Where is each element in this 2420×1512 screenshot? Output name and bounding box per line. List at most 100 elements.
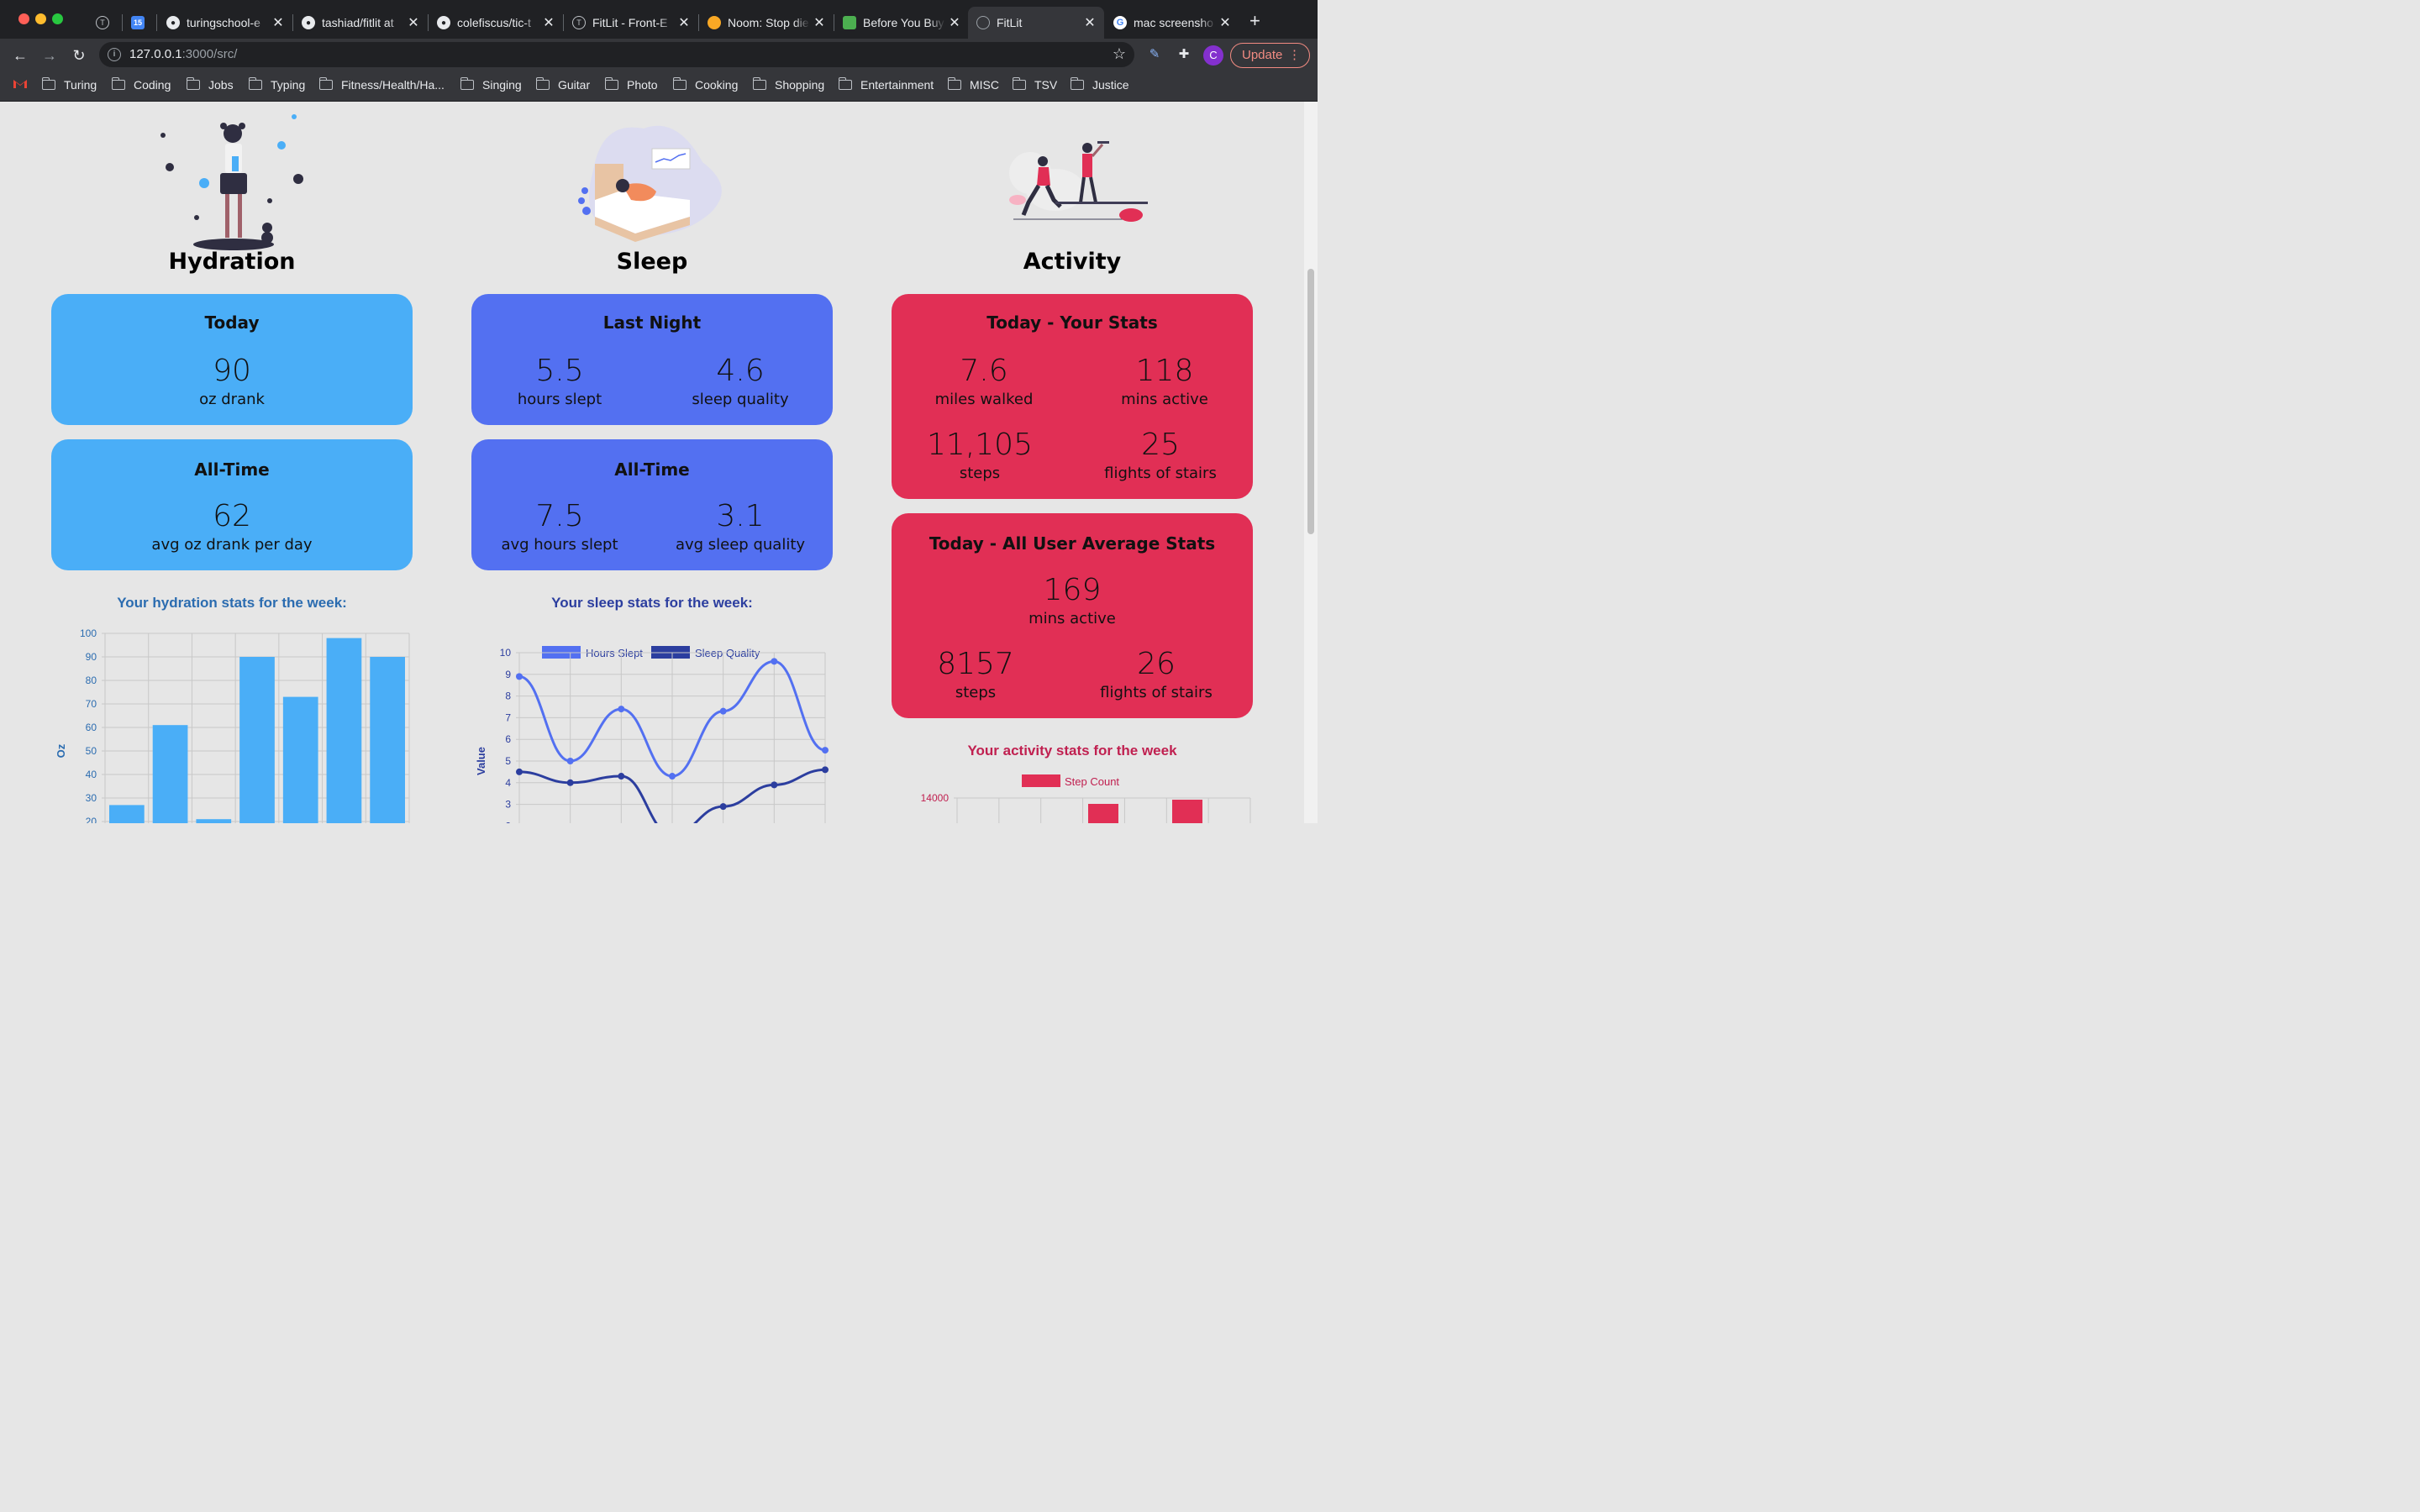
hydration-title: Hydration: [168, 249, 296, 275]
bookmark-fitness[interactable]: Fitness/Health/Ha...: [318, 77, 445, 92]
bookmark-label: Jobs: [208, 78, 234, 92]
bookmark-shopping[interactable]: Shopping: [752, 77, 825, 92]
tab-before-you-buy[interactable]: Before You Buy ✕: [834, 7, 969, 39]
bookmark-jobs[interactable]: Jobs: [186, 77, 234, 92]
stat-value: 3.1: [716, 499, 765, 533]
stat-hours-slept: 5.5 hours slept: [497, 354, 623, 410]
tab-fitlit-frontend[interactable]: T FitLit - Front-E ✕: [564, 7, 698, 39]
card-heading: All-Time: [194, 459, 270, 480]
tab-turingschool[interactable]: ● turingschool-e ✕: [158, 7, 292, 39]
activity-bar-chart: Step Count 14000: [921, 774, 1251, 823]
gmail-icon[interactable]: [13, 78, 27, 88]
y-tick-label: 2: [505, 820, 511, 823]
tab-title: FitLit: [997, 16, 1023, 29]
bar: [1172, 800, 1202, 823]
sleep-title: Sleep: [616, 249, 688, 275]
card-heading: Today - All User Average Stats: [929, 533, 1216, 554]
y-tick-label: 3: [505, 799, 511, 811]
bar: [370, 657, 405, 823]
zoom-window-button[interactable]: [52, 13, 63, 24]
bookmark-label: Guitar: [558, 78, 591, 92]
close-tab-icon[interactable]: ✕: [949, 14, 960, 31]
bookmark-label: Photo: [627, 78, 658, 92]
close-tab-icon[interactable]: ✕: [1219, 14, 1231, 31]
reload-icon[interactable]: ↻: [69, 45, 89, 66]
card-heading: All-Time: [614, 459, 690, 480]
close-window-button[interactable]: [18, 13, 29, 24]
folder-icon: [248, 77, 262, 90]
close-tab-icon[interactable]: ✕: [813, 14, 825, 31]
close-tab-icon[interactable]: ✕: [272, 14, 284, 31]
tab-title: mac screensho: [1134, 16, 1213, 29]
folder-icon: [186, 77, 200, 90]
tab-tashiad-fitlit[interactable]: ● tashiad/fitlit at ✕: [293, 7, 428, 39]
address-bar[interactable]: i 127.0.0.1:3000/src/ ☆: [99, 42, 1134, 67]
stat-label: avg sleep quality: [675, 536, 806, 554]
sleep-illustration-icon: [578, 125, 722, 242]
bookmark-label: Cooking: [695, 78, 739, 92]
stat-value: 25: [1141, 428, 1180, 462]
bookmark-label: Shopping: [775, 78, 825, 92]
pen-extension-icon[interactable]: ✎: [1145, 45, 1164, 64]
bookmark-guitar[interactable]: Guitar: [535, 77, 591, 92]
bookmark-tsv[interactable]: TSV: [1012, 77, 1058, 92]
card-heading: Last Night: [602, 312, 702, 333]
close-tab-icon[interactable]: ✕: [678, 14, 690, 31]
scrollbar-thumb[interactable]: [1307, 269, 1314, 534]
browser-toolbar: ← → ↻ i 127.0.0.1:3000/src/ ☆ ✎ ✚ C Upda…: [0, 39, 1318, 72]
folder-icon: [318, 77, 333, 90]
stat-value: 4.6: [716, 354, 765, 388]
bookmark-misc[interactable]: MISC: [947, 77, 999, 92]
folder-icon: [672, 77, 687, 90]
tab-mac-screenshot[interactable]: G mac screensho ✕: [1105, 7, 1239, 39]
puzzle-extensions-icon[interactable]: ✚: [1175, 45, 1193, 64]
y-tick-label: 30: [86, 792, 97, 804]
tab-fitlit-active[interactable]: FitLit ✕: [968, 7, 1104, 39]
info-icon[interactable]: i: [108, 48, 121, 61]
bookmark-entertainment[interactable]: Entertainment: [838, 77, 934, 92]
tab-bar: T 15 ● turingschool-e ✕ ● tashiad/fitlit…: [0, 0, 1318, 39]
stat-label: hours slept: [517, 391, 602, 408]
stat-label: flights of stairs: [1104, 465, 1217, 482]
stat-value: 118: [1135, 354, 1194, 388]
calendar-favicon-icon: 15: [131, 16, 145, 29]
url-text: 127.0.0.1:3000/src/: [129, 47, 237, 61]
bookmark-singing[interactable]: Singing: [460, 77, 522, 92]
bookmark-coding[interactable]: Coding: [111, 77, 171, 92]
close-tab-icon[interactable]: ✕: [408, 14, 419, 31]
folder-icon: [1012, 77, 1026, 90]
close-tab-icon[interactable]: ✕: [543, 14, 555, 31]
folder-icon: [535, 77, 550, 90]
back-arrow-icon[interactable]: ←: [10, 45, 30, 66]
data-point: [669, 773, 676, 780]
stat-label: avg oz drank per day: [151, 536, 313, 554]
y-tick-label: 60: [86, 722, 97, 733]
bookmark-justice[interactable]: Justice: [1070, 77, 1129, 92]
stat-avg-oz: 62 avg oz drank per day: [51, 500, 413, 555]
bookmark-label: Justice: [1092, 78, 1129, 92]
activity-today-card: Today - Your Stats 7.6 miles walked 118 …: [892, 294, 1253, 499]
github-favicon-icon: ●: [166, 16, 180, 29]
tab-noom[interactable]: Noom: Stop die ✕: [699, 7, 834, 39]
github-favicon-icon: ●: [437, 16, 450, 29]
tab-calendar[interactable]: 15: [123, 7, 156, 39]
folder-icon: [604, 77, 618, 90]
minimize-window-button[interactable]: [35, 13, 46, 24]
bookmark-typing[interactable]: Typing: [248, 77, 305, 92]
folder-icon: [111, 77, 125, 90]
y-tick-label: 50: [86, 745, 97, 757]
forward-arrow-icon[interactable]: →: [39, 45, 60, 66]
tab-colefiscus[interactable]: ● colefiscus/tic-t ✕: [429, 7, 563, 39]
tab-title: Before You Buy: [863, 16, 944, 29]
bookmark-cooking[interactable]: Cooking: [672, 77, 739, 92]
close-tab-icon[interactable]: ✕: [1084, 14, 1096, 31]
bookmark-photo[interactable]: Photo: [604, 77, 658, 92]
update-button[interactable]: Update ⋮: [1230, 43, 1310, 68]
bookmark-star-icon[interactable]: ☆: [1113, 45, 1126, 63]
new-tab-button[interactable]: +: [1249, 12, 1260, 30]
profile-avatar[interactable]: C: [1203, 45, 1223, 66]
tab-turing[interactable]: T: [87, 7, 121, 39]
bookmark-label: TSV: [1034, 78, 1058, 92]
bar: [282, 696, 318, 823]
bookmark-turing[interactable]: Turing: [41, 77, 97, 92]
